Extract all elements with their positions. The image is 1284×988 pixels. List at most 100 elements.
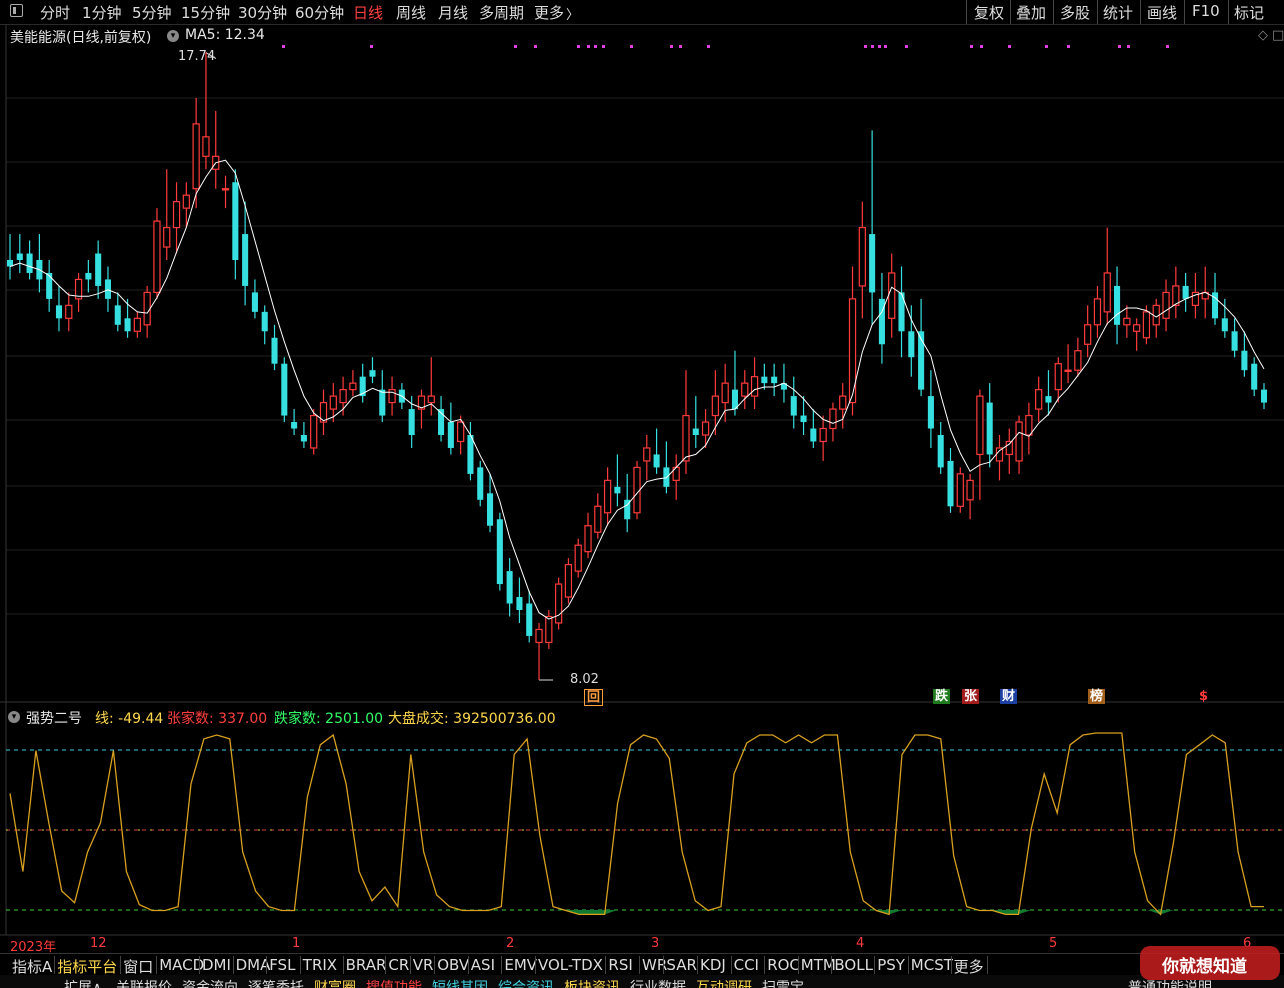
candle-body-up xyxy=(819,427,827,443)
candle-body-up xyxy=(457,421,465,443)
marker-zhang[interactable]: 张 xyxy=(962,689,980,704)
candle-body-up xyxy=(153,220,161,294)
indicator-tab-5[interactable]: DMA xyxy=(236,956,271,974)
candle-body-down xyxy=(810,428,817,442)
indicator-down-count: 跌家数: 2501.00 xyxy=(274,711,384,727)
indicator-tab-4[interactable]: DMI xyxy=(202,956,231,974)
indicator-tab-6[interactable]: FSL xyxy=(269,956,295,974)
candle-body-up xyxy=(721,382,729,404)
indicator-tab-14[interactable]: VOL-TDX xyxy=(538,956,603,974)
signal-dot xyxy=(282,45,285,48)
candle-body-down xyxy=(516,597,523,610)
indicator-tab-1[interactable]: 指标平台 xyxy=(57,956,117,977)
indicator-dropdown-icon[interactable]: ▾ xyxy=(8,711,20,723)
candle-body-up xyxy=(966,479,974,501)
indicator-tab-19[interactable]: CCI xyxy=(734,956,759,974)
candle-body-up xyxy=(163,226,171,248)
bottom-item-4[interactable]: 财富圈 xyxy=(314,977,356,988)
candle-body-up xyxy=(1035,389,1043,410)
candle-body-up xyxy=(545,615,553,644)
bottom-item-6[interactable]: 短线其因 xyxy=(432,977,488,988)
candle-body-up xyxy=(643,447,651,462)
diamond-icon[interactable]: ◇ xyxy=(1258,28,1268,43)
candle-body-up xyxy=(888,272,896,319)
expand-icon[interactable]: □ xyxy=(1272,28,1284,43)
candle-body-down xyxy=(1114,285,1121,325)
candle-body-up xyxy=(172,201,181,229)
candle-body-down xyxy=(869,234,876,293)
indicator-tab-17[interactable]: SAR xyxy=(666,956,696,974)
date-label-3: 3 xyxy=(651,936,660,951)
indicator-tab-20[interactable]: ROC xyxy=(767,956,800,974)
indicator-tab-12[interactable]: ASI xyxy=(471,956,495,974)
bottom-item-3[interactable]: 逐笔委托 xyxy=(248,977,304,988)
indicator-tab-24[interactable]: MCST xyxy=(911,956,953,974)
bottom-item-9[interactable]: 行业数据 xyxy=(630,977,686,988)
bottom-item-0[interactable]: 扩展∧ xyxy=(64,977,102,988)
marker-hui[interactable]: 回 xyxy=(584,689,604,706)
high-price-label: 17.74 xyxy=(178,49,216,64)
candle-body-down xyxy=(947,460,954,507)
chevron-down-icon[interactable]: ▾ xyxy=(167,30,179,42)
candle-body-up xyxy=(133,317,141,332)
candle-body-up xyxy=(956,473,964,507)
marker-cai[interactable]: 财 xyxy=(1000,689,1018,704)
candle-body-down xyxy=(291,422,298,429)
indicator-tab-2[interactable]: 窗口 xyxy=(123,956,153,977)
candle-body-down xyxy=(614,486,621,494)
tab-divider xyxy=(467,956,469,974)
candle-body-down xyxy=(261,311,268,332)
indicator-tab-3[interactable]: MACD xyxy=(159,956,204,974)
marker-dollar[interactable]: $ xyxy=(1197,689,1210,704)
candle-body-down xyxy=(271,337,278,364)
candle-body-down xyxy=(526,603,533,636)
indicator-tab-8[interactable]: BRAR xyxy=(346,956,387,974)
bottom-item-7[interactable]: 综合资讯 xyxy=(498,977,554,988)
candle-body-up xyxy=(1015,421,1023,462)
indicator-tab-7[interactable]: TRIX xyxy=(303,956,337,974)
indicator-tab-25[interactable]: 更多 xyxy=(954,956,984,977)
candle-body-up xyxy=(1064,369,1072,372)
indicator-tab-22[interactable]: BOLL xyxy=(834,956,873,974)
signal-dot xyxy=(1127,45,1130,48)
price-chart[interactable] xyxy=(0,0,1284,953)
indicator-tab-15[interactable]: RSI xyxy=(608,956,632,974)
candle-body-down xyxy=(369,370,376,377)
oscillator-line xyxy=(9,732,1264,916)
marker-die[interactable]: 跌 xyxy=(933,689,951,704)
indicator-tab-10[interactable]: VR xyxy=(413,956,434,974)
indicator-tab-0[interactable]: 指标A xyxy=(12,956,52,977)
candle-body-down xyxy=(487,493,494,526)
candle-body-down xyxy=(85,272,92,280)
bottom-item-11[interactable]: 扫雷宝 xyxy=(762,977,804,988)
tab-divider xyxy=(434,956,436,974)
candle-body-up xyxy=(1123,317,1131,326)
signal-dot xyxy=(878,45,881,48)
date-label-4: 4 xyxy=(856,936,865,951)
tab-divider xyxy=(605,956,607,974)
candle-body-down xyxy=(251,292,258,312)
bottom-item-10[interactable]: 互动调研 xyxy=(696,977,752,988)
candle-body-up xyxy=(1025,414,1033,436)
date-label-5: 5 xyxy=(1049,936,1058,951)
tab-divider xyxy=(874,956,876,974)
signal-dot xyxy=(370,45,373,48)
indicator-tab-23[interactable]: PSY xyxy=(877,956,905,974)
indicator-tab-13[interactable]: EMV xyxy=(504,956,537,974)
candle-body-down xyxy=(790,396,797,416)
bottom-item-1[interactable]: 关联报价 xyxy=(116,977,172,988)
date-label-12: 12 xyxy=(90,936,107,951)
tab-divider xyxy=(764,956,766,974)
indicator-tab-11[interactable]: OBV xyxy=(437,956,469,974)
watermark-text: 你就想知道 xyxy=(1162,957,1247,977)
signal-dot xyxy=(980,45,983,48)
bottom-item-2[interactable]: 资金流向 xyxy=(182,977,238,988)
marker-bang[interactable]: 榜 xyxy=(1088,689,1106,704)
bottom-item-8[interactable]: 板块资讯 xyxy=(564,977,620,988)
indicator-tab-9[interactable]: CR xyxy=(388,956,409,974)
bottom-item-5[interactable]: 搜值功能 xyxy=(366,977,422,988)
indicator-tab-18[interactable]: KDJ xyxy=(700,956,726,974)
bottom-function-bar: 扩展∧ 关联报价 资金流向 逐笔委托 财富圈 搜值功能 短线其因 综合资讯 板块资讯 行业数据 互动… xyxy=(0,975,1284,988)
signal-dots xyxy=(282,45,1169,48)
signal-dot xyxy=(1166,45,1169,48)
